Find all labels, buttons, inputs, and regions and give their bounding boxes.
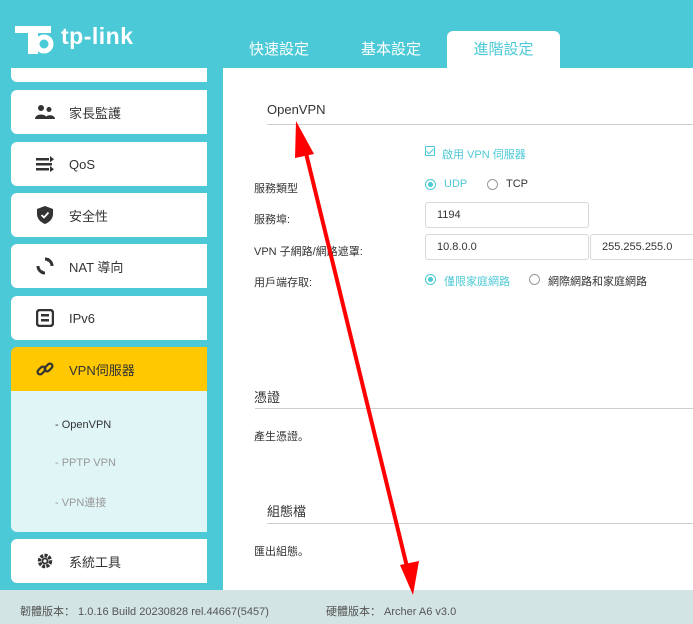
section-divider [267,523,693,524]
submenu-item-openvpn[interactable]: - OpenVPN [55,419,111,431]
sidebar-item-label: QoS [69,156,96,172]
section-divider [255,408,693,409]
sidebar-item-label: 安全性 [69,208,109,224]
client-access-label: 用戶端存取: [254,277,313,289]
vpn-link-icon [35,359,55,379]
submenu-item-vpn-connections[interactable]: - VPN連接 [55,494,106,510]
sidebar-item-label: NAT 導向 [69,259,124,275]
gear-icon [35,551,55,571]
tab-advanced[interactable]: 進階設定 [447,31,560,68]
sidebar-item-label: 家長監護 [69,105,122,121]
firmware-version: 韌體版本： 1.0.16 Build 20230828 rel.44667(54… [20,606,269,618]
sidebar-item-partial[interactable] [11,68,207,82]
enable-vpn-checkbox[interactable] [425,146,435,156]
sidebar-item-nat-forwarding[interactable]: NAT 導向 [11,244,207,288]
certificate-description: 產生憑證。 [254,431,309,443]
openvpn-section-title: OpenVPN [267,102,326,117]
client-access-internet-home-radio[interactable] [529,274,540,285]
nat-forwarding-icon [35,256,55,276]
vpn-netmask-input[interactable] [590,234,693,260]
sidebar-item-system-tools[interactable]: 系統工具 [11,539,207,583]
sidebar-item-parental-controls[interactable]: 家長監護 [11,90,207,134]
service-port-label: 服務埠: [254,214,291,226]
service-type-udp-radio[interactable] [425,179,436,190]
service-type-tcp-label: TCP [506,178,528,190]
tp-link-logo: tp-link [11,14,134,58]
parental-control-icon [35,102,55,122]
client-access-home-only-radio[interactable] [425,274,436,285]
service-type-label: 服務類型 [254,183,298,195]
client-access-internet-home-label: 網際網路和家庭網路 [548,276,647,288]
config-file-section-title: 組態檔 [267,504,307,519]
vpn-subnet-input[interactable] [425,234,589,260]
section-divider [267,124,693,125]
qos-icon [35,154,55,174]
footer: 韌體版本： 1.0.16 Build 20230828 rel.44667(54… [0,590,693,624]
sidebar-item-security[interactable]: 安全性 [11,193,207,237]
main-content: OpenVPN 啟用 VPN 伺服器 服務類型 UDP TCP 服務埠: VPN… [223,68,693,590]
vpn-submenu: - OpenVPN - PPTP VPN - VPN連接 [11,391,207,532]
service-type-tcp-radio[interactable] [487,179,498,190]
service-port-input[interactable] [425,202,589,228]
tab-basic[interactable]: 基本設定 [335,31,447,68]
brand-name: tp-link [61,22,134,49]
tp-link-logo-icon [15,26,54,54]
config-file-description: 匯出組態。 [254,546,309,558]
certificate-section-title: 憑證 [254,390,281,405]
sidebar-item-label: VPN伺服器 [69,362,135,378]
hardware-version: 硬體版本： Archer A6 v3.0 [326,606,457,618]
vpn-subnet-label: VPN 子網路/網路遮罩: [254,246,363,258]
sidebar: 家長監護 QoS 安全性 NAT 導向 IPv6 VPN伺服器 - OpenVP… [11,68,207,590]
client-access-home-only-label: 僅限家庭網路 [444,276,510,288]
sidebar-item-label: 系統工具 [69,554,122,570]
sidebar-item-vpn-server[interactable]: VPN伺服器 [11,347,207,391]
enable-vpn-label: 啟用 VPN 伺服器 [442,149,526,161]
sidebar-item-label: IPv6 [69,310,96,326]
ipv6-icon [35,308,55,328]
sidebar-item-qos[interactable]: QoS [11,142,207,186]
shield-icon [35,205,55,225]
tab-quick-setup[interactable]: 快速設定 [223,31,335,68]
sidebar-item-ipv6[interactable]: IPv6 [11,296,207,340]
submenu-item-pptp-vpn[interactable]: - PPTP VPN [55,457,116,469]
service-type-udp-label: UDP [444,178,468,190]
